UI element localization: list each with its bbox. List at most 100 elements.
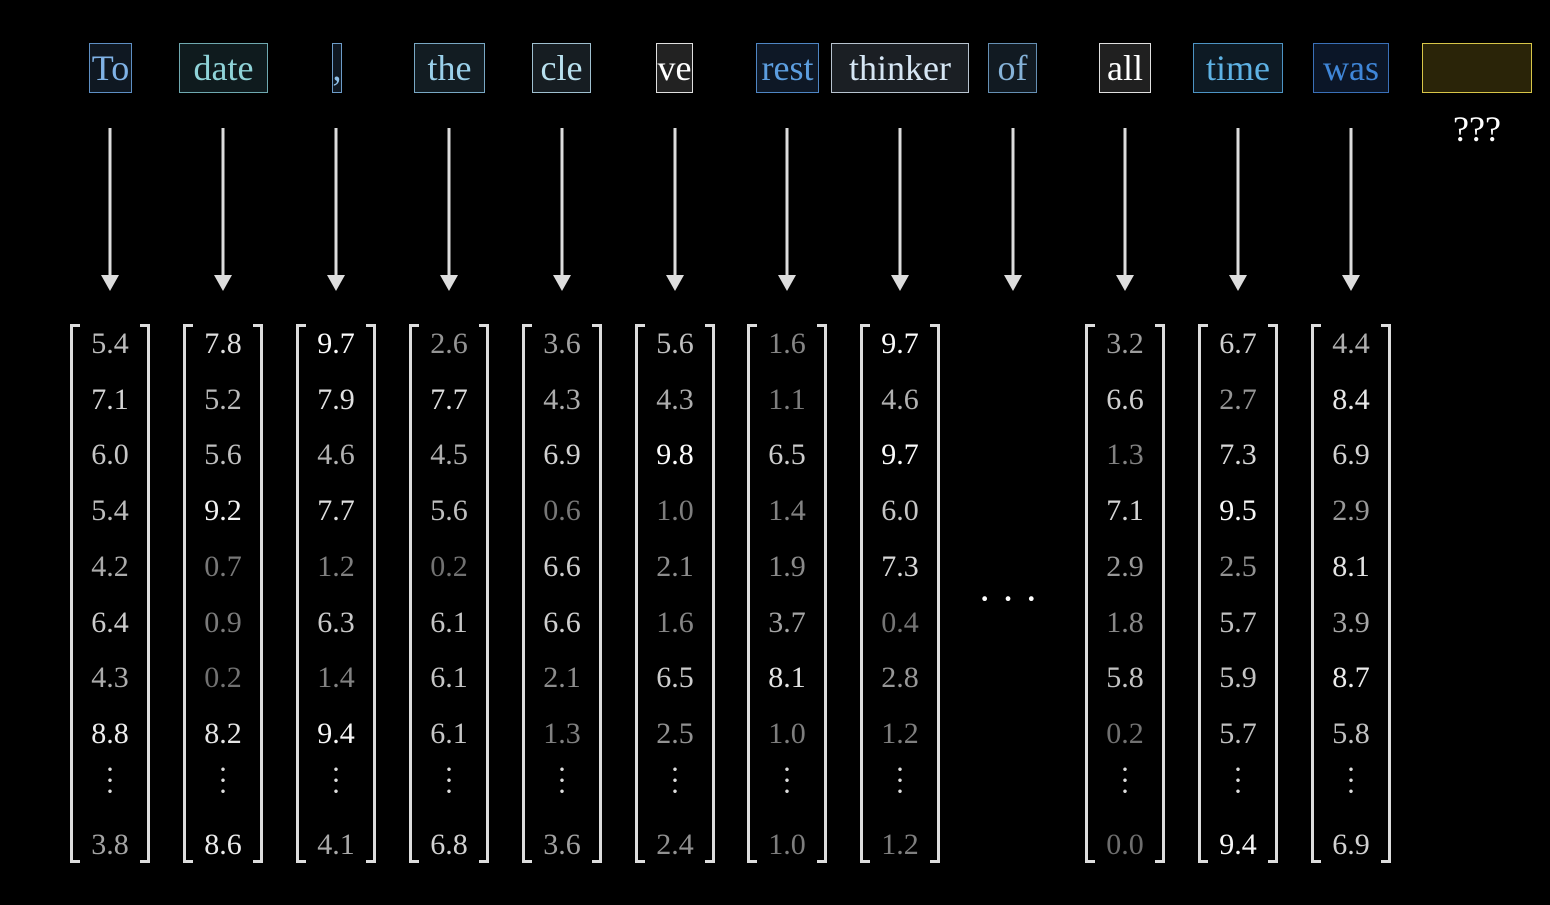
- vector-value: 5.2: [204, 382, 242, 416]
- token-box: time: [1193, 43, 1283, 93]
- vector-value: 9.7: [317, 327, 355, 360]
- vector-value: 2.1: [543, 661, 581, 695]
- down-arrow-icon: [778, 128, 796, 291]
- vector-value: 1.3: [543, 716, 581, 750]
- vector-value: 2.7: [1219, 382, 1257, 416]
- vector-value: 0.7: [204, 549, 242, 583]
- vector-value: 6.1: [430, 716, 468, 750]
- vertical-ellipsis: · · ·: [1233, 753, 1243, 808]
- vector-value: 0.9: [204, 605, 242, 639]
- vector-value: 8.8: [91, 716, 129, 750]
- embedding-vector: 7.8 5.2 5.6 9.2 0.7 0.9 0.2 8.2 · · · 8.6: [183, 324, 263, 863]
- vector-value: 9.8: [656, 438, 694, 472]
- vertical-ellipsis: · · ·: [444, 753, 454, 808]
- embedding-vector: 6.7 2.7 7.3 9.5 2.5 5.7 5.9 5.7 · · · 9.4: [1198, 324, 1278, 863]
- vector-value: 4.6: [881, 382, 919, 416]
- embedding-vector: 1.6 1.1 6.5 1.4 1.9 3.7 8.1 1.0 · · · 1.0: [747, 324, 827, 863]
- vector-value: 8.4: [1332, 382, 1370, 416]
- token-box: To: [89, 43, 132, 93]
- vertical-ellipsis: · · ·: [331, 753, 341, 808]
- vector-value: 4.3: [543, 382, 581, 416]
- vector-value: 6.1: [430, 605, 468, 639]
- vector-value: 6.0: [881, 494, 919, 528]
- vector-value: 1.4: [768, 494, 806, 528]
- vector-value: 5.8: [1332, 716, 1370, 750]
- vector-last-value: 1.2: [881, 828, 919, 861]
- vector-value: 7.1: [91, 382, 129, 416]
- vector-last-value: 6.8: [430, 828, 468, 861]
- vertical-ellipsis: · · ·: [218, 753, 228, 808]
- vector-last-value: 3.8: [91, 828, 129, 861]
- vector-value: 9.4: [317, 716, 355, 750]
- vector-value: 5.9: [1219, 661, 1257, 695]
- token-box: the: [414, 43, 485, 93]
- down-arrow-icon: [1342, 128, 1360, 291]
- vector-value: 9.2: [204, 494, 242, 528]
- vector-value: 6.6: [543, 605, 581, 639]
- vector-value: 3.6: [543, 327, 581, 360]
- vector-value: 4.5: [430, 438, 468, 472]
- embedding-vector: 9.7 4.6 9.7 6.0 7.3 0.4 2.8 1.2 · · · 1.2: [860, 324, 940, 863]
- down-arrow-icon: [666, 128, 684, 291]
- vector-value: 1.6: [656, 605, 694, 639]
- embedding-vector: 5.6 4.3 9.8 1.0 2.1 1.6 6.5 2.5 · · · 2.4: [635, 324, 715, 863]
- horizontal-ellipsis: ···: [978, 576, 1048, 621]
- vector-value: 4.3: [656, 382, 694, 416]
- unknown-next-token-label: ???: [1453, 109, 1501, 149]
- vector-value: 1.1: [768, 382, 806, 416]
- vector-value: 8.1: [1332, 549, 1370, 583]
- vector-value: 6.5: [656, 661, 694, 695]
- vector-value: 8.1: [768, 661, 806, 695]
- vector-value: 0.6: [543, 494, 581, 528]
- vector-value: 6.3: [317, 605, 355, 639]
- vector-value: 0.2: [204, 661, 242, 695]
- vector-value: 7.7: [430, 382, 468, 416]
- vector-value: 1.0: [656, 494, 694, 528]
- vector-last-value: 6.9: [1332, 828, 1370, 861]
- embedding-vector: 2.6 7.7 4.5 5.6 0.2 6.1 6.1 6.1 · · · 6.8: [409, 324, 489, 863]
- vector-value: 5.4: [91, 494, 129, 528]
- vector-last-value: 0.0: [1106, 828, 1144, 861]
- vector-value: 9.7: [881, 438, 919, 472]
- vector-value: 6.6: [543, 549, 581, 583]
- vector-value: 1.8: [1106, 605, 1144, 639]
- token-box: ve: [656, 43, 693, 93]
- token-box: thinker: [831, 43, 969, 93]
- vector-value: 0.2: [430, 549, 468, 583]
- vector-last-value: 4.1: [317, 828, 355, 861]
- vector-last-value: 3.6: [543, 828, 581, 861]
- down-arrow-icon: [327, 128, 345, 291]
- vector-last-value: 2.4: [656, 828, 694, 861]
- down-arrow-icon: [214, 128, 232, 291]
- token-box: cle: [532, 43, 591, 93]
- vector-value: 1.2: [881, 716, 919, 750]
- token-box: all: [1099, 43, 1151, 93]
- vector-value: 3.2: [1106, 327, 1144, 360]
- vector-value: 8.7: [1332, 661, 1370, 695]
- vector-value: 4.3: [91, 661, 129, 695]
- vector-value: 2.6: [430, 327, 468, 360]
- embedding-vector: 3.6 4.3 6.9 0.6 6.6 6.6 2.1 1.3 · · · 3.6: [522, 324, 602, 863]
- vector-value: 2.9: [1106, 549, 1144, 583]
- vector-value: 0.4: [881, 605, 919, 639]
- down-arrow-icon: [1004, 128, 1022, 291]
- vertical-ellipsis: · · ·: [557, 753, 567, 808]
- vector-value: 7.9: [317, 382, 355, 416]
- vector-value: 3.9: [1332, 605, 1370, 639]
- vector-value: 7.3: [881, 549, 919, 583]
- vertical-ellipsis: · · ·: [670, 753, 680, 808]
- embedding-vector: 5.4 7.1 6.0 5.4 4.2 6.4 4.3 8.8 · · · 3.8: [70, 324, 150, 863]
- vector-last-value: 8.6: [204, 828, 242, 861]
- down-arrow-icon: [1229, 128, 1247, 291]
- vector-value: 5.8: [1106, 661, 1144, 695]
- vector-value: 5.6: [430, 494, 468, 528]
- embedding-vector: 4.4 8.4 6.9 2.9 8.1 3.9 8.7 5.8 · · · 6.9: [1311, 324, 1391, 863]
- vector-value: 0.2: [1106, 716, 1144, 750]
- down-arrow-icon: [891, 128, 909, 291]
- vector-value: 3.7: [768, 605, 806, 639]
- vector-value: 6.0: [91, 438, 129, 472]
- vector-value: 6.1: [430, 661, 468, 695]
- vector-value: 4.4: [1332, 327, 1370, 360]
- vector-value: 7.7: [317, 494, 355, 528]
- token-box: ,: [332, 43, 342, 93]
